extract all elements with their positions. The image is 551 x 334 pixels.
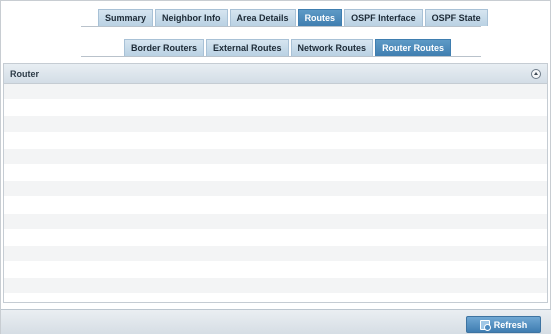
table-row[interactable] [4, 213, 547, 230]
tab-router-routes[interactable]: Router Routes [375, 39, 452, 56]
secondary-tab-bar: Border Routers External Routes Network R… [124, 39, 453, 56]
table-row[interactable] [4, 164, 547, 182]
primary-tab-bar: Summary Neighbor Info Area Details Route… [98, 9, 490, 26]
router-header-label: Router [10, 69, 39, 79]
secondary-tab-divider [81, 56, 481, 57]
table-row[interactable] [4, 229, 547, 246]
primary-tab-divider [81, 26, 481, 27]
table-row[interactable] [4, 278, 547, 295]
table-row[interactable] [4, 132, 547, 149]
table-row[interactable] [4, 84, 547, 101]
tab-area-details[interactable]: Area Details [229, 9, 296, 26]
table-row[interactable] [4, 245, 547, 263]
tab-summary[interactable]: Summary [98, 9, 154, 26]
tab-neighbor-info[interactable]: Neighbor Info [155, 9, 228, 26]
footer-bar: Refresh [1, 309, 551, 334]
tab-ospf-interface[interactable]: OSPF Interface [344, 9, 423, 26]
table-row[interactable] [4, 100, 547, 117]
tab-routes[interactable]: Routes [297, 9, 343, 26]
router-table-panel: Router [3, 63, 548, 303]
refresh-icon [479, 319, 491, 331]
table-row[interactable] [4, 197, 547, 214]
router-table-body [4, 84, 547, 302]
table-row[interactable] [4, 148, 547, 165]
collapse-up-icon[interactable] [531, 69, 541, 79]
table-row[interactable] [4, 116, 547, 133]
router-column-header[interactable]: Router [4, 64, 547, 84]
refresh-label: Refresh [493, 319, 528, 330]
app-window: Summary Neighbor Info Area Details Route… [0, 0, 551, 334]
tab-external-routes[interactable]: External Routes [206, 39, 289, 56]
tab-network-routes[interactable]: Network Routes [290, 39, 374, 56]
refresh-button[interactable]: Refresh [466, 316, 541, 333]
tab-border-routers[interactable]: Border Routers [124, 39, 205, 56]
tab-ospf-state[interactable]: OSPF State [424, 9, 488, 26]
table-row[interactable] [4, 262, 547, 279]
table-row[interactable] [4, 181, 547, 198]
